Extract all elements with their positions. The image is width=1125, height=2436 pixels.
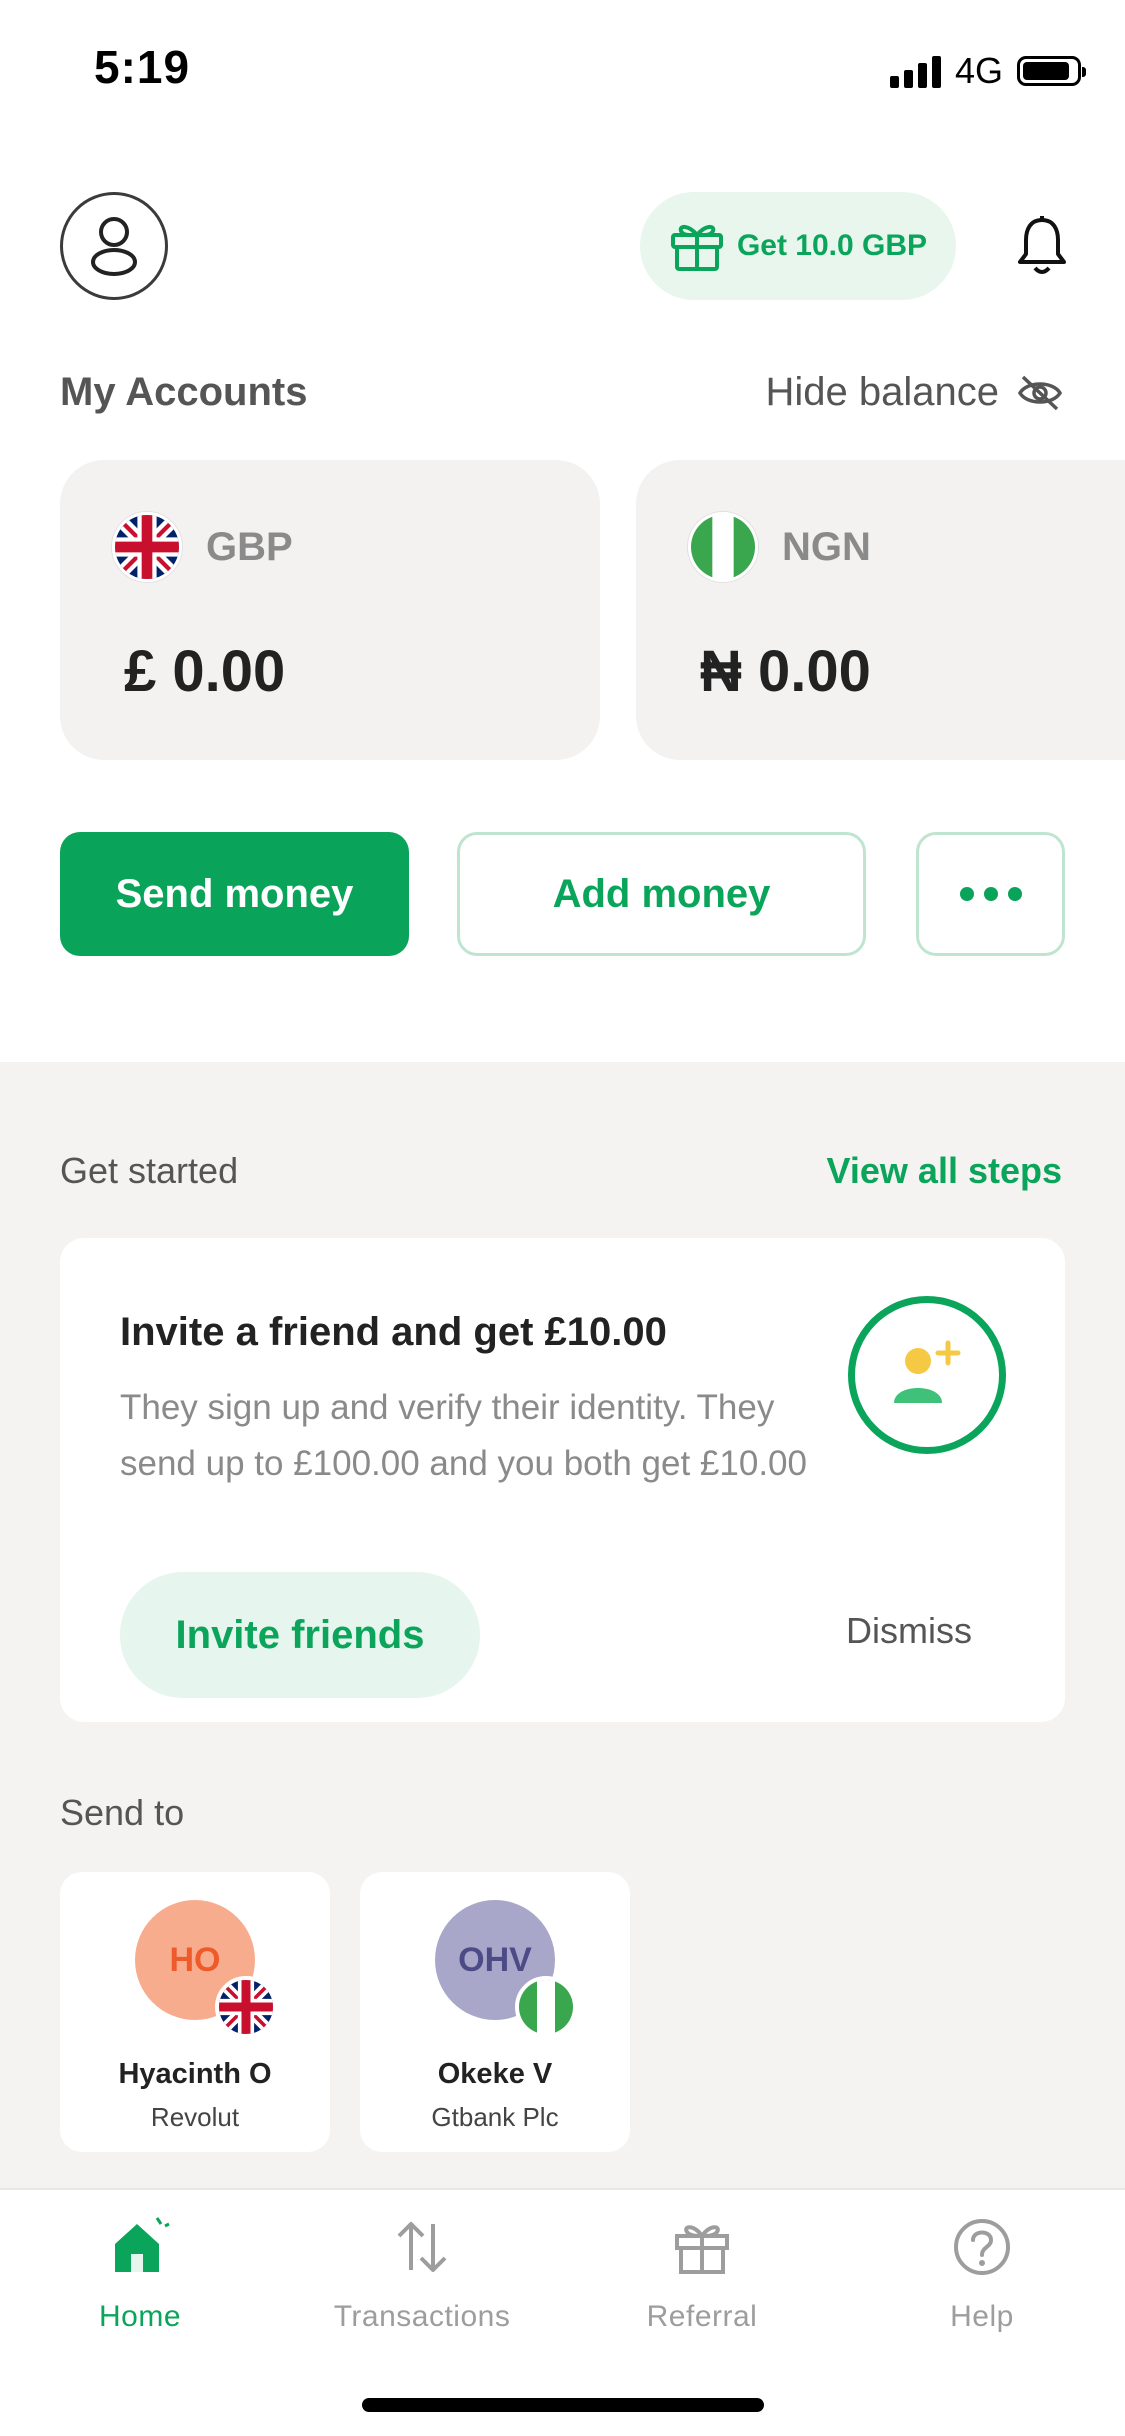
add-money-button[interactable]: Add money: [457, 832, 866, 956]
invite-card-description: They sign up and verify their identity. …: [120, 1388, 807, 1483]
get-started-title: Get started: [60, 1150, 239, 1191]
gift-pill-label: Get 10.0 GBP: [736, 229, 928, 262]
add-person-icon: [848, 1296, 1006, 1454]
invite-card-title: Invite a friend and get £10.00: [120, 1310, 667, 1354]
user-icon: [91, 217, 137, 276]
nigeria-flag-icon: [515, 1976, 577, 2038]
home-indicator: [362, 2398, 764, 2412]
account-currency-code: NGN: [782, 524, 871, 569]
signal-icon: [889, 54, 941, 88]
recipient-bank: Revolut: [150, 2102, 240, 2132]
status-bar: 5:19 4G: [0, 0, 1125, 140]
tab-label: Help: [950, 2300, 1014, 2333]
profile-button[interactable]: [60, 192, 168, 300]
recipient-name: Okeke V: [437, 2058, 553, 2090]
recipient-card[interactable]: HO Hyacinth O Revolut: [60, 1872, 330, 2152]
tab-referral[interactable]: Referral: [582, 2214, 822, 2334]
notifications-button[interactable]: [1010, 212, 1074, 282]
transactions-icon: [397, 2222, 447, 2272]
get-gbp-referral-button[interactable]: Get 10.0 GBP: [640, 192, 956, 300]
account-balance: £ 0.00: [124, 639, 286, 704]
network-type: 4G: [954, 50, 1003, 91]
more-dot: [1007, 887, 1022, 901]
tab-home[interactable]: Home: [20, 2214, 260, 2334]
bell-icon: [1018, 216, 1066, 274]
send-to-title: Send to: [60, 1792, 185, 1833]
hide-balance-toggle[interactable]: Hide balance: [766, 370, 1064, 415]
tab-label: Transactions: [333, 2300, 511, 2333]
uk-flag-icon: [112, 512, 182, 582]
tab-transactions[interactable]: Transactions: [302, 2214, 542, 2334]
tab-help[interactable]: Help: [862, 2214, 1102, 2334]
gbp-account-header: GBP: [112, 512, 293, 582]
account-currency-code: GBP: [206, 524, 293, 569]
nigeria-flag-icon: [688, 512, 758, 582]
view-all-steps-link[interactable]: View all steps: [827, 1150, 1062, 1192]
invite-friend-card: Invite a friend and get £10.00 They sign…: [60, 1238, 1065, 1722]
more-actions-button[interactable]: [916, 832, 1065, 956]
tab-label: Referral: [646, 2300, 758, 2333]
invite-friends-button[interactable]: Invite friends: [120, 1572, 480, 1698]
eye-off-icon: [1017, 375, 1063, 410]
status-time: 5:19: [94, 41, 191, 93]
recipient-bank: Gtbank Plc: [431, 2102, 559, 2132]
home-icon: [115, 2217, 170, 2272]
battery-icon: [1017, 56, 1086, 86]
gift-icon: [675, 2225, 729, 2274]
gbp-account-card[interactable]: GBP £ 0.00: [60, 460, 600, 760]
more-dot: [983, 887, 998, 901]
status-indicators: 4G: [889, 50, 1086, 92]
more-dot: [959, 887, 974, 901]
recipient-name: Hyacinth O: [118, 2058, 272, 2090]
gift-icon: [670, 224, 723, 271]
my-accounts-title: My Accounts: [60, 370, 308, 414]
dismiss-button[interactable]: Dismiss: [846, 1610, 972, 1652]
help-icon: [954, 2219, 1010, 2275]
uk-flag-icon: [215, 1976, 277, 2038]
account-balance: ₦ 0.00: [700, 639, 871, 704]
recipient-card[interactable]: OHV Okeke V Gtbank Plc: [360, 1872, 630, 2152]
ngn-account-card[interactable]: NGN ₦ 0.00: [636, 460, 1125, 760]
hide-balance-label: Hide balance: [765, 370, 1000, 414]
tab-label: Home: [98, 2300, 182, 2333]
ngn-account-header: NGN: [688, 512, 871, 582]
send-money-button[interactable]: Send money: [60, 832, 409, 956]
